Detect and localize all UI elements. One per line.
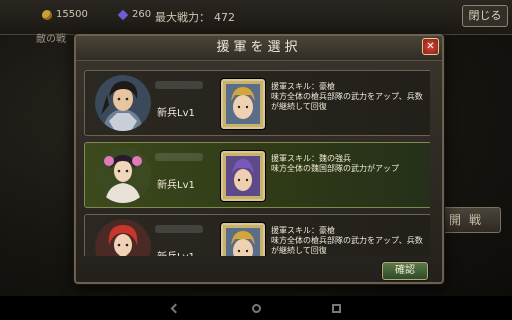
general-name-blurred [155, 81, 203, 89]
gold-coin-icon [42, 9, 52, 20]
skill-text: 援軍スキル：豪槍 味方全体の槍兵部隊の武力をアップ、兵数が継続して回復 [271, 226, 429, 256]
skill-name: 援軍スキル：豪槍 [271, 82, 335, 91]
skill-description: 味方全体の槍兵部隊の武力をアップ、兵数が継続して回復 [271, 92, 423, 111]
confirm-button[interactable]: 確認 [382, 262, 428, 280]
max-power-label: 最大戦力： [155, 11, 210, 24]
gold-amount: 15500 [56, 9, 88, 20]
skill-text: 援軍スキル：魏の強兵 味方全体の魏国部隊の武力がアップ [271, 154, 429, 174]
skill-description: 味方全体の魏国部隊の武力がアップ [271, 164, 399, 173]
close-screen-button[interactable]: 閉じる [462, 5, 508, 27]
reinforcement-dialog: 援軍を選択 ✕ 新兵Lv1 援軍スキル：豪槍 味方全体の槍兵部隊の武力をアップ、… [74, 34, 444, 284]
general-name-blurred [155, 153, 203, 161]
enemy-label: 敵の戦 [36, 34, 66, 45]
max-power-value: 472 [214, 10, 235, 24]
max-power: 最大戦力： 472 [155, 9, 235, 25]
gold-counter: 15500 [42, 9, 88, 20]
gem-icon [117, 9, 129, 20]
gem-amount: 260 [132, 9, 152, 20]
general-level: 新兵Lv1 [157, 248, 195, 256]
skill-text: 援軍スキル：豪槍 味方全体の槍兵部隊の武力をアップ、兵数が継続して回復 [271, 82, 429, 112]
general-level: 新兵Lv1 [157, 108, 195, 119]
general-portrait [95, 147, 151, 203]
start-battle-button[interactable]: 開戦 [437, 207, 501, 233]
support-card [221, 79, 265, 129]
dialog-close-button[interactable]: ✕ [422, 38, 439, 55]
resource-bar: 15500 260 最大戦力： 472 [0, 0, 512, 35]
reinforcement-row-2[interactable]: 新兵Lv1 援軍スキル：魏の強兵 味方全体の魏国部隊の武力がアップ [84, 142, 430, 208]
general-name-blurred [155, 225, 203, 233]
skill-description: 味方全体の槍兵部隊の武力をアップ、兵数が継続して回復 [271, 236, 423, 255]
general-portrait [95, 219, 151, 256]
skill-name: 援軍スキル：豪槍 [271, 226, 335, 235]
skill-name: 援軍スキル：魏の強兵 [271, 154, 351, 163]
reinforcement-row-3[interactable]: 新兵Lv1 援軍スキル：豪槍 味方全体の槍兵部隊の武力をアップ、兵数が継続して回… [84, 214, 430, 256]
reinforcement-list: 新兵Lv1 援軍スキル：豪槍 味方全体の槍兵部隊の武力をアップ、兵数が継続して回… [84, 70, 430, 256]
support-card [221, 151, 265, 201]
support-card [221, 223, 265, 256]
nav-recent-icon[interactable] [332, 304, 341, 313]
general-level: 新兵Lv1 [157, 180, 195, 191]
nav-back-icon[interactable] [170, 303, 181, 314]
general-portrait [95, 75, 151, 131]
gem-counter: 260 [117, 9, 152, 20]
android-nav-bar [0, 296, 512, 320]
reinforcement-row-1[interactable]: 新兵Lv1 援軍スキル：豪槍 味方全体の槍兵部隊の武力をアップ、兵数が継続して回… [84, 70, 430, 136]
nav-home-icon[interactable] [252, 304, 261, 313]
dialog-title: 援軍を選択 [76, 36, 442, 61]
